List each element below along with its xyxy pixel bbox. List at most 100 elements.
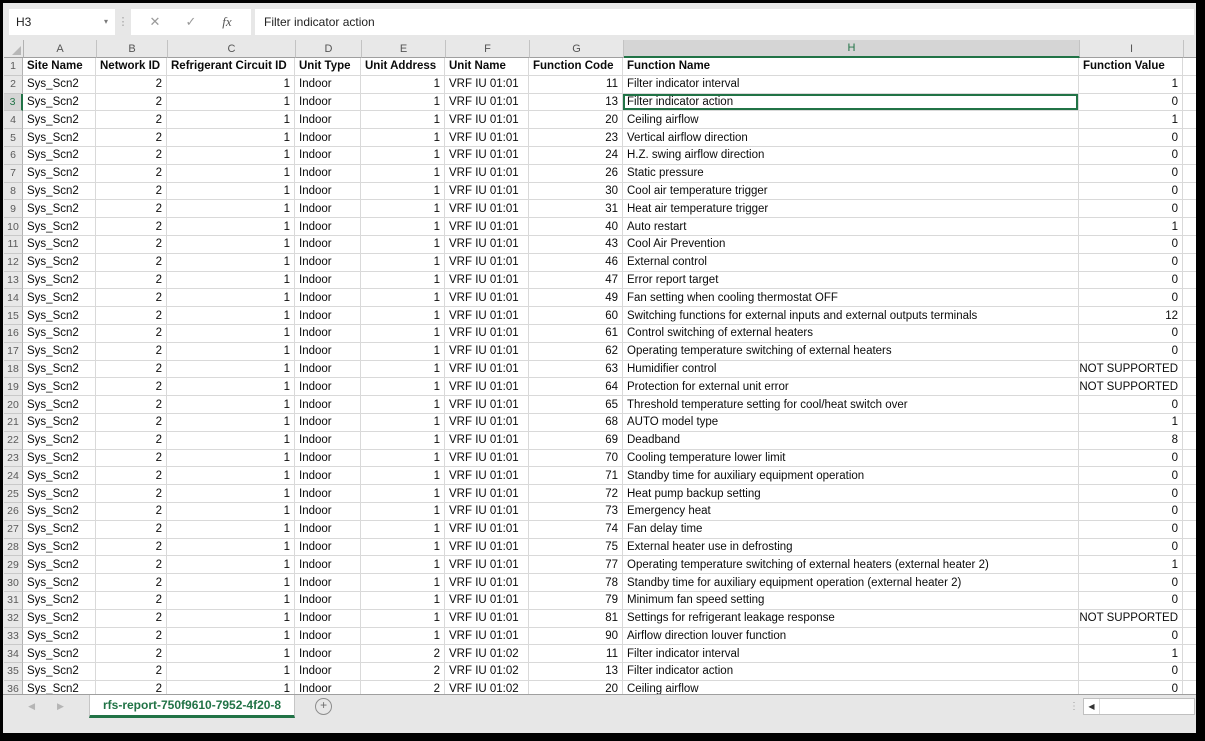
cell-D26[interactable]: Indoor bbox=[295, 503, 361, 521]
cell-C8[interactable]: 1 bbox=[167, 183, 295, 201]
cell-C28[interactable]: 1 bbox=[167, 539, 295, 557]
cell-F10[interactable]: VRF IU 01:01 bbox=[445, 218, 529, 236]
column-header-D[interactable]: D bbox=[296, 40, 362, 58]
cell-F26[interactable]: VRF IU 01:01 bbox=[445, 503, 529, 521]
cell-A16[interactable]: Sys_Scn2 bbox=[23, 325, 96, 343]
cell-C2[interactable]: 1 bbox=[167, 76, 295, 94]
cell-G14[interactable]: 49 bbox=[529, 289, 623, 307]
cell-F22[interactable]: VRF IU 01:01 bbox=[445, 432, 529, 450]
cell-A23[interactable]: Sys_Scn2 bbox=[23, 450, 96, 468]
cell-A21[interactable]: Sys_Scn2 bbox=[23, 414, 96, 432]
cell-F8[interactable]: VRF IU 01:01 bbox=[445, 183, 529, 201]
cell-A6[interactable]: Sys_Scn2 bbox=[23, 147, 96, 165]
cell-D19[interactable]: Indoor bbox=[295, 378, 361, 396]
cell-B4[interactable]: 2 bbox=[96, 111, 167, 129]
cell-I32[interactable]: NOT SUPPORTED bbox=[1079, 610, 1183, 628]
cell-A15[interactable]: Sys_Scn2 bbox=[23, 307, 96, 325]
cell-E15[interactable]: 1 bbox=[361, 307, 445, 325]
cell-A30[interactable]: Sys_Scn2 bbox=[23, 574, 96, 592]
cell-B26[interactable]: 2 bbox=[96, 503, 167, 521]
cell-A7[interactable]: Sys_Scn2 bbox=[23, 165, 96, 183]
cell-F28[interactable]: VRF IU 01:01 bbox=[445, 539, 529, 557]
cell-C4[interactable]: 1 bbox=[167, 111, 295, 129]
next-sheet-icon[interactable]: ▶ bbox=[57, 701, 64, 712]
cell-I29[interactable]: 1 bbox=[1079, 556, 1183, 574]
cell-B27[interactable]: 2 bbox=[96, 521, 167, 539]
row-header-19[interactable]: 19 bbox=[4, 378, 23, 396]
cell-E8[interactable]: 1 bbox=[361, 183, 445, 201]
cell-F11[interactable]: VRF IU 01:01 bbox=[445, 236, 529, 254]
cell-H13[interactable]: Error report target bbox=[623, 272, 1079, 290]
row-header-13[interactable]: 13 bbox=[4, 272, 23, 290]
cell-I22[interactable]: 8 bbox=[1079, 432, 1183, 450]
cell-A36[interactable]: Sys_Scn2 bbox=[23, 681, 96, 694]
cell-E33[interactable]: 1 bbox=[361, 628, 445, 646]
cell-D35[interactable]: Indoor bbox=[295, 663, 361, 681]
row-header-20[interactable]: 20 bbox=[4, 396, 23, 414]
cell-C11[interactable]: 1 bbox=[167, 236, 295, 254]
cell-B35[interactable]: 2 bbox=[96, 663, 167, 681]
cell-F17[interactable]: VRF IU 01:01 bbox=[445, 343, 529, 361]
cell-B21[interactable]: 2 bbox=[96, 414, 167, 432]
cell-E21[interactable]: 1 bbox=[361, 414, 445, 432]
cell-G3[interactable]: 13 bbox=[529, 94, 623, 112]
cell-D4[interactable]: Indoor bbox=[295, 111, 361, 129]
cell-A1[interactable]: Site Name bbox=[23, 58, 96, 76]
cell-D18[interactable]: Indoor bbox=[295, 361, 361, 379]
cell-H5[interactable]: Vertical airflow direction bbox=[623, 129, 1079, 147]
cell-F18[interactable]: VRF IU 01:01 bbox=[445, 361, 529, 379]
cell-A14[interactable]: Sys_Scn2 bbox=[23, 289, 96, 307]
cell-B33[interactable]: 2 bbox=[96, 628, 167, 646]
cell-I31[interactable]: 0 bbox=[1079, 592, 1183, 610]
formula-input[interactable]: Filter indicator action bbox=[255, 9, 1194, 35]
cell-H21[interactable]: AUTO model type bbox=[623, 414, 1079, 432]
cell-H33[interactable]: Airflow direction louver function bbox=[623, 628, 1079, 646]
cell-E12[interactable]: 1 bbox=[361, 254, 445, 272]
cell-C36[interactable]: 1 bbox=[167, 681, 295, 694]
row-header-9[interactable]: 9 bbox=[4, 200, 23, 218]
cell-C30[interactable]: 1 bbox=[167, 574, 295, 592]
row-header-5[interactable]: 5 bbox=[4, 129, 23, 147]
row-header-16[interactable]: 16 bbox=[4, 325, 23, 343]
row-header-10[interactable]: 10 bbox=[4, 218, 23, 236]
cell-E13[interactable]: 1 bbox=[361, 272, 445, 290]
cell-G7[interactable]: 26 bbox=[529, 165, 623, 183]
cell-D2[interactable]: Indoor bbox=[295, 76, 361, 94]
cell-A27[interactable]: Sys_Scn2 bbox=[23, 521, 96, 539]
cell-I12[interactable]: 0 bbox=[1079, 254, 1183, 272]
cell-H28[interactable]: External heater use in defrosting bbox=[623, 539, 1079, 557]
cell-D3[interactable]: Indoor bbox=[295, 94, 361, 112]
cell-H10[interactable]: Auto restart bbox=[623, 218, 1079, 236]
cell-G35[interactable]: 13 bbox=[529, 663, 623, 681]
cell-H18[interactable]: Humidifier control bbox=[623, 361, 1079, 379]
cell-H34[interactable]: Filter indicator interval bbox=[623, 645, 1079, 663]
cell-G33[interactable]: 90 bbox=[529, 628, 623, 646]
cell-H14[interactable]: Fan setting when cooling thermostat OFF bbox=[623, 289, 1079, 307]
cell-D13[interactable]: Indoor bbox=[295, 272, 361, 290]
row-header-4[interactable]: 4 bbox=[4, 111, 23, 129]
column-header-A[interactable]: A bbox=[24, 40, 97, 58]
cell-I33[interactable]: 0 bbox=[1079, 628, 1183, 646]
cell-I11[interactable]: 0 bbox=[1079, 236, 1183, 254]
cell-G19[interactable]: 64 bbox=[529, 378, 623, 396]
cell-I7[interactable]: 0 bbox=[1079, 165, 1183, 183]
cell-H22[interactable]: Deadband bbox=[623, 432, 1079, 450]
cell-A5[interactable]: Sys_Scn2 bbox=[23, 129, 96, 147]
cell-I18[interactable]: NOT SUPPORTED bbox=[1079, 361, 1183, 379]
cell-B30[interactable]: 2 bbox=[96, 574, 167, 592]
cell-D17[interactable]: Indoor bbox=[295, 343, 361, 361]
cell-B15[interactable]: 2 bbox=[96, 307, 167, 325]
cell-B8[interactable]: 2 bbox=[96, 183, 167, 201]
cell-A3[interactable]: Sys_Scn2 bbox=[23, 94, 96, 112]
cell-G24[interactable]: 71 bbox=[529, 467, 623, 485]
cell-C26[interactable]: 1 bbox=[167, 503, 295, 521]
row-header-28[interactable]: 28 bbox=[4, 539, 23, 557]
cell-B32[interactable]: 2 bbox=[96, 610, 167, 628]
cell-G10[interactable]: 40 bbox=[529, 218, 623, 236]
cell-A12[interactable]: Sys_Scn2 bbox=[23, 254, 96, 272]
cell-B17[interactable]: 2 bbox=[96, 343, 167, 361]
cell-D21[interactable]: Indoor bbox=[295, 414, 361, 432]
cell-E4[interactable]: 1 bbox=[361, 111, 445, 129]
cell-C1[interactable]: Refrigerant Circuit ID bbox=[167, 58, 295, 76]
cell-F14[interactable]: VRF IU 01:01 bbox=[445, 289, 529, 307]
